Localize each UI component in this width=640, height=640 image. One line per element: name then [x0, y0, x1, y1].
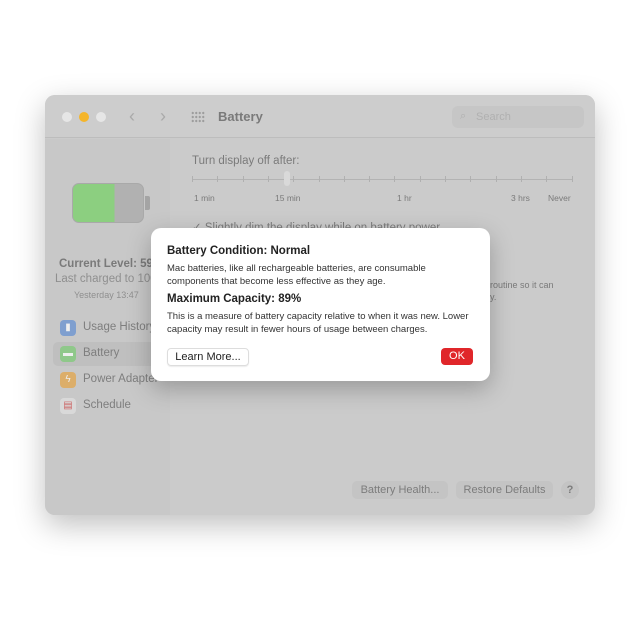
slider-label: 3 hrs [511, 193, 530, 203]
slider-thumb[interactable] [284, 171, 290, 186]
slider-tick [369, 176, 371, 182]
slider-tick [470, 176, 472, 182]
ok-button[interactable]: OK [441, 348, 473, 365]
description-fragment: y. [490, 292, 497, 302]
back-icon[interactable]: ‹ [129, 106, 135, 127]
display-off-slider[interactable] [192, 179, 572, 180]
zoom-button[interactable] [96, 112, 106, 122]
capacity-text: This is a measure of battery capacity re… [167, 311, 469, 335]
description-fragment: routine so it can [490, 280, 554, 290]
calendar-icon: ▤ [60, 398, 76, 414]
slider-tick [495, 176, 497, 182]
battery-icon: ▬ [60, 346, 76, 362]
restore-defaults-button[interactable]: Restore Defaults [456, 481, 553, 499]
close-button[interactable] [62, 112, 72, 122]
slider-label: Never [548, 193, 571, 203]
sidebar-item-schedule[interactable]: ▤ Schedule [53, 394, 168, 418]
sidebar-item-label: Power Adapter [83, 373, 159, 385]
battery-tip [145, 196, 150, 210]
condition-title: Battery Condition: Normal [167, 245, 311, 257]
title-bar: ‹ › Battery ⌕ Search [45, 95, 595, 138]
slider-label: 1 hr [397, 193, 412, 203]
window-title: Battery [218, 109, 263, 124]
search-icon: ⌕ [460, 110, 467, 122]
bolt-icon: ϟ [60, 372, 76, 388]
slider-tick [318, 176, 320, 182]
battery-health-button[interactable]: Battery Health... [352, 481, 448, 499]
slider-tick [242, 176, 244, 182]
slider-label: 1 min [194, 193, 215, 203]
slider-tick [192, 176, 193, 182]
minimize-button[interactable] [79, 112, 89, 122]
slider-tick [571, 176, 573, 182]
slider-tick [419, 176, 421, 182]
last-charged-time: Yesterday 13:47 [74, 290, 139, 300]
slider-tick [267, 176, 269, 182]
slider-tick [217, 176, 219, 182]
slider-tick [343, 176, 345, 182]
bar-chart-icon: ▮ [60, 320, 76, 336]
battery-level-icon [72, 183, 144, 223]
capacity-title: Maximum Capacity: 89% [167, 293, 302, 305]
slider-label: 15 min [275, 193, 301, 203]
search-placeholder: Search [476, 111, 511, 123]
current-level: Current Level: 59% [59, 258, 164, 270]
search-input[interactable]: ⌕ Search [452, 106, 584, 128]
sidebar-item-label: Schedule [83, 399, 131, 411]
condition-text: Mac batteries, like all rechargeable bat… [167, 263, 426, 287]
sidebar-item-label: Battery [83, 347, 120, 359]
slider-tick [546, 176, 548, 182]
battery-health-dialog: Battery Condition: Normal Mac batteries,… [151, 228, 490, 381]
display-off-label: Turn display off after: [192, 155, 300, 167]
slider-tick [445, 176, 446, 182]
slider-tick [293, 176, 295, 182]
sidebar-item-label: Usage History [83, 321, 156, 333]
help-button[interactable]: ? [561, 481, 579, 499]
learn-more-button[interactable]: Learn More... [167, 348, 249, 366]
slider-tick [520, 176, 522, 182]
forward-icon[interactable]: › [160, 106, 166, 127]
slider-tick [394, 176, 396, 182]
show-all-grid-icon[interactable] [191, 111, 205, 123]
